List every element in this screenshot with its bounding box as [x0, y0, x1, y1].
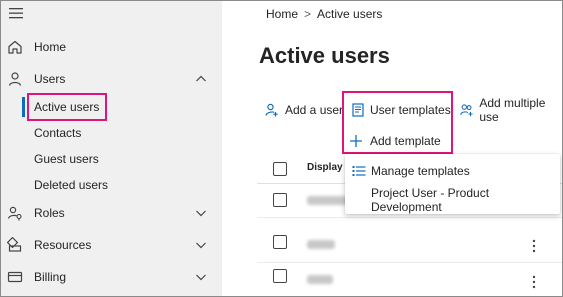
hamburger-menu-icon[interactable] [9, 7, 23, 19]
chevron-down-icon[interactable] [195, 240, 207, 250]
highlight-box [27, 93, 107, 121]
table-row[interactable] [257, 229, 562, 263]
add-people-icon [460, 104, 473, 117]
chevron-down-icon[interactable] [195, 208, 207, 218]
sidebar-item-label: Users [34, 72, 66, 86]
breadcrumb-separator: > [304, 7, 312, 21]
add-multiple-users-button[interactable]: Add multiple use [460, 96, 562, 124]
add-user-button[interactable]: Add a user [265, 99, 343, 121]
sidebar-item-roles[interactable]: Roles [1, 200, 222, 226]
breadcrumb-current: Active users [317, 7, 383, 21]
active-indicator [22, 97, 25, 117]
add-person-icon [265, 103, 278, 117]
sidebar-subitem-guest-users[interactable]: Guest users [34, 150, 99, 168]
breadcrumb-home[interactable]: Home [266, 7, 298, 21]
main-content: Home > Active users Active users Add a u… [222, 1, 562, 296]
add-user-label: Add a user [285, 103, 344, 117]
page-title: Active users [259, 43, 390, 68]
row-checkbox[interactable] [273, 193, 287, 207]
sidebar-item-users[interactable]: Users [1, 66, 222, 92]
more-options-icon[interactable] [532, 238, 536, 254]
roles-icon [7, 206, 22, 221]
select-all-checkbox[interactable] [273, 162, 287, 176]
list-icon [352, 166, 366, 176]
sidebar-item-resources[interactable]: Resources [1, 232, 222, 258]
sidebar-item-billing[interactable]: Billing [1, 264, 222, 290]
home-icon [8, 40, 22, 54]
sidebar-item-label: Billing [34, 270, 67, 284]
breadcrumb: Home > Active users [266, 7, 382, 21]
row-checkbox[interactable] [273, 269, 287, 283]
table-row[interactable] [257, 263, 562, 296]
sidebar-subitem-contacts[interactable]: Contacts [34, 124, 81, 142]
resources-icon [7, 237, 22, 252]
sidebar: Home Users Active users Contacts Guest u… [1, 1, 222, 296]
redacted-name [307, 240, 335, 249]
highlight-box [342, 91, 453, 154]
sidebar-subitem-deleted-users[interactable]: Deleted users [34, 176, 108, 194]
billing-icon [7, 271, 23, 283]
project-user-template-label: Project User - Product Development [371, 186, 490, 214]
manage-templates-menu-item[interactable]: Manage templates [345, 157, 560, 185]
sidebar-item-label: Resources [34, 238, 92, 252]
row-checkbox[interactable] [273, 235, 287, 249]
chevron-up-icon[interactable] [195, 74, 207, 84]
app-frame: Home Users Active users Contacts Guest u… [0, 0, 563, 297]
sidebar-item-label: Roles [34, 206, 65, 220]
more-options-icon[interactable] [532, 274, 536, 290]
add-multiple-users-label: Add multiple use [479, 96, 546, 124]
project-user-template-menu-item[interactable]: Project User - Product Development [345, 186, 560, 214]
user-icon [8, 72, 22, 86]
manage-templates-label: Manage templates [371, 164, 470, 178]
chevron-down-icon[interactable] [195, 272, 207, 282]
redacted-name [307, 275, 333, 284]
user-templates-menu: Manage templates Project User - Product … [345, 154, 560, 214]
sidebar-item-label: Home [34, 40, 67, 54]
sidebar-item-home[interactable]: Home [1, 34, 222, 60]
